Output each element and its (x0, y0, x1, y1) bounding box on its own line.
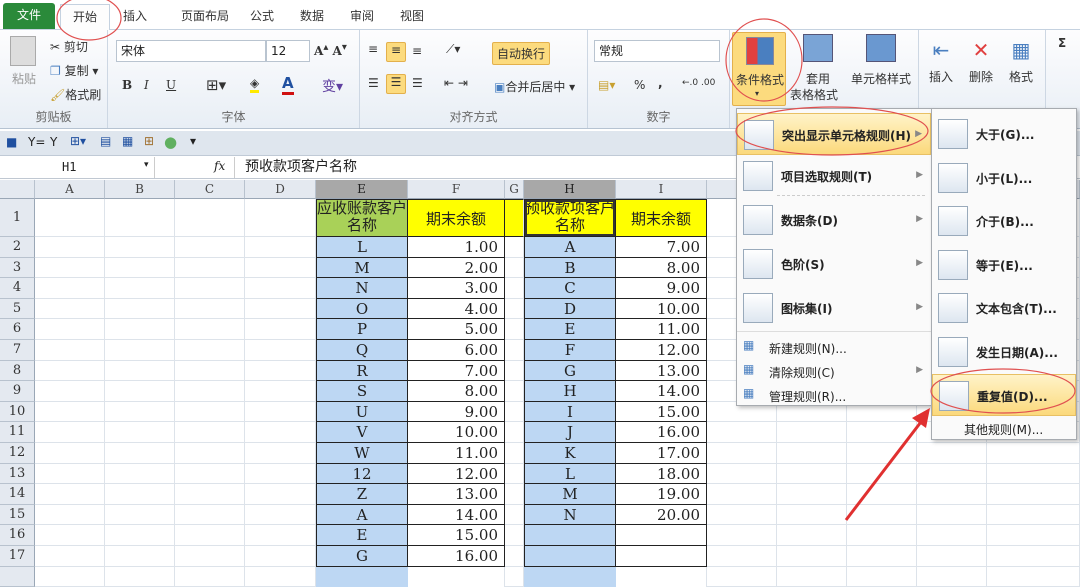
annotation-arrowhead (912, 408, 930, 428)
annotation-circle-home-tab (56, 0, 122, 41)
annotation-circle-highlight (735, 106, 929, 156)
annotation-overlay (56, 0, 1076, 521)
annotation-arrow (844, 417, 926, 521)
annotation-circle-conditional (725, 18, 803, 102)
annotation-circle-duplicate (930, 368, 1076, 414)
